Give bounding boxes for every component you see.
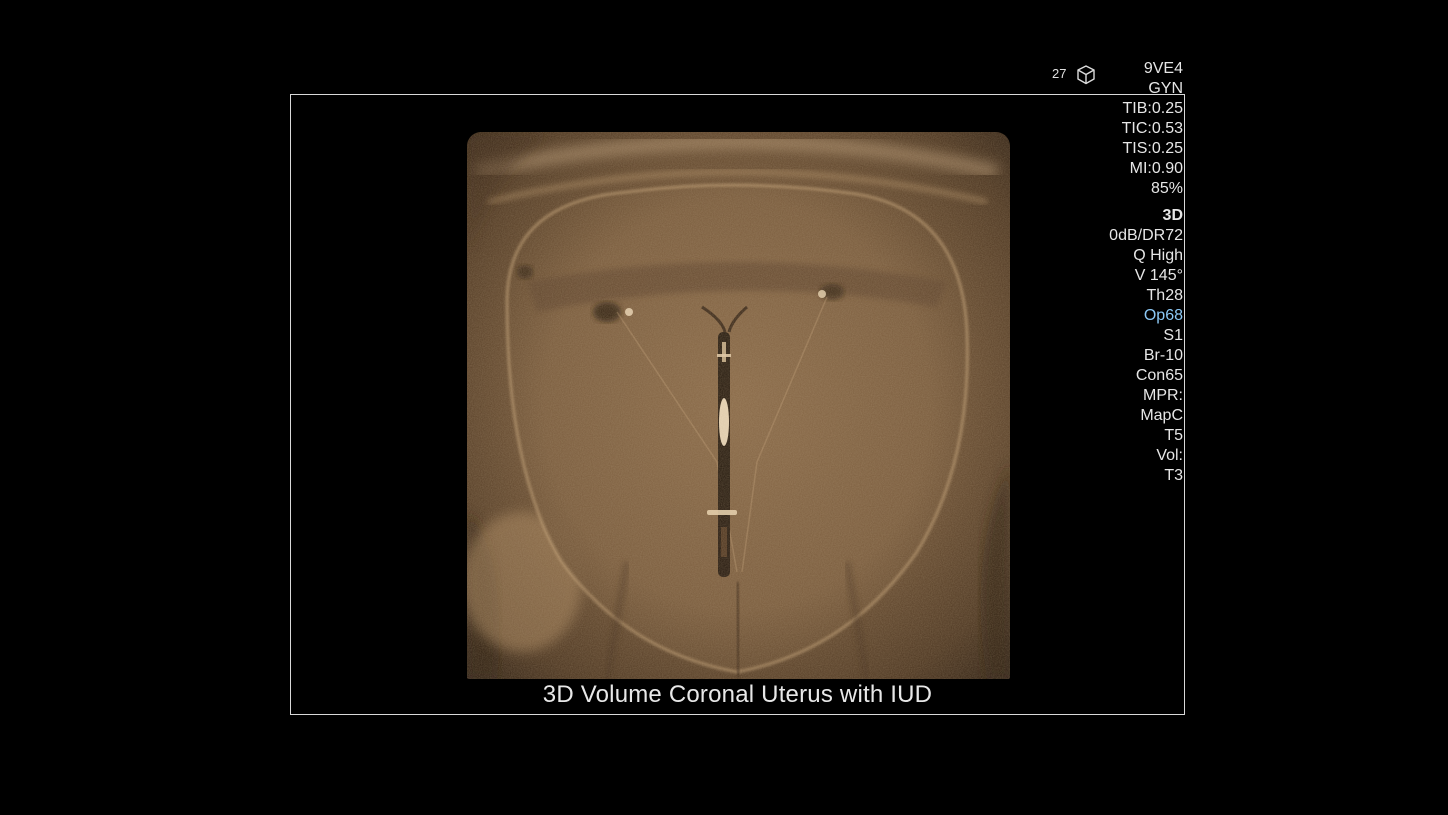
power-value: 85% xyxy=(1150,180,1183,197)
probe-label: 9VE4 xyxy=(1143,60,1183,77)
opacity-value[interactable]: Op68 xyxy=(1090,306,1183,326)
contrast-value: Con65 xyxy=(1135,367,1183,384)
vol-tint-value: T3 xyxy=(1164,467,1183,484)
gain-dr-value: 0dB/DR72 xyxy=(1109,227,1183,244)
preset-label: GYN xyxy=(1148,80,1183,97)
tint-value: T5 xyxy=(1164,427,1183,444)
threshold-value: Th28 xyxy=(1146,287,1183,304)
mi-value: MI:0.90 xyxy=(1129,160,1183,177)
tis-value: TIS:0.25 xyxy=(1122,140,1183,157)
quality-value: Q High xyxy=(1133,247,1183,264)
tic-value: TIC:0.53 xyxy=(1121,120,1183,137)
brightness-value: Br-10 xyxy=(1143,347,1183,364)
ultrasound-volume-image[interactable] xyxy=(467,132,1010,679)
tib-value: TIB:0.25 xyxy=(1122,100,1183,117)
image-caption: 3D Volume Coronal Uterus with IUD xyxy=(542,681,933,708)
map-value: MapC xyxy=(1140,407,1183,424)
volume-angle-value: V 145° xyxy=(1134,267,1183,284)
imaging-parameters-panel: 9VE4 GYN TIB:0.25 TIC:0.53 TIS:0.25 MI:0… xyxy=(1090,59,1183,486)
frame-counter: 27 xyxy=(1052,66,1067,81)
smoothing-value: S1 xyxy=(1163,327,1183,344)
mode-label: 3D xyxy=(1162,207,1183,224)
mpr-label: MPR: xyxy=(1143,387,1183,404)
vol-label: Vol: xyxy=(1156,447,1183,464)
